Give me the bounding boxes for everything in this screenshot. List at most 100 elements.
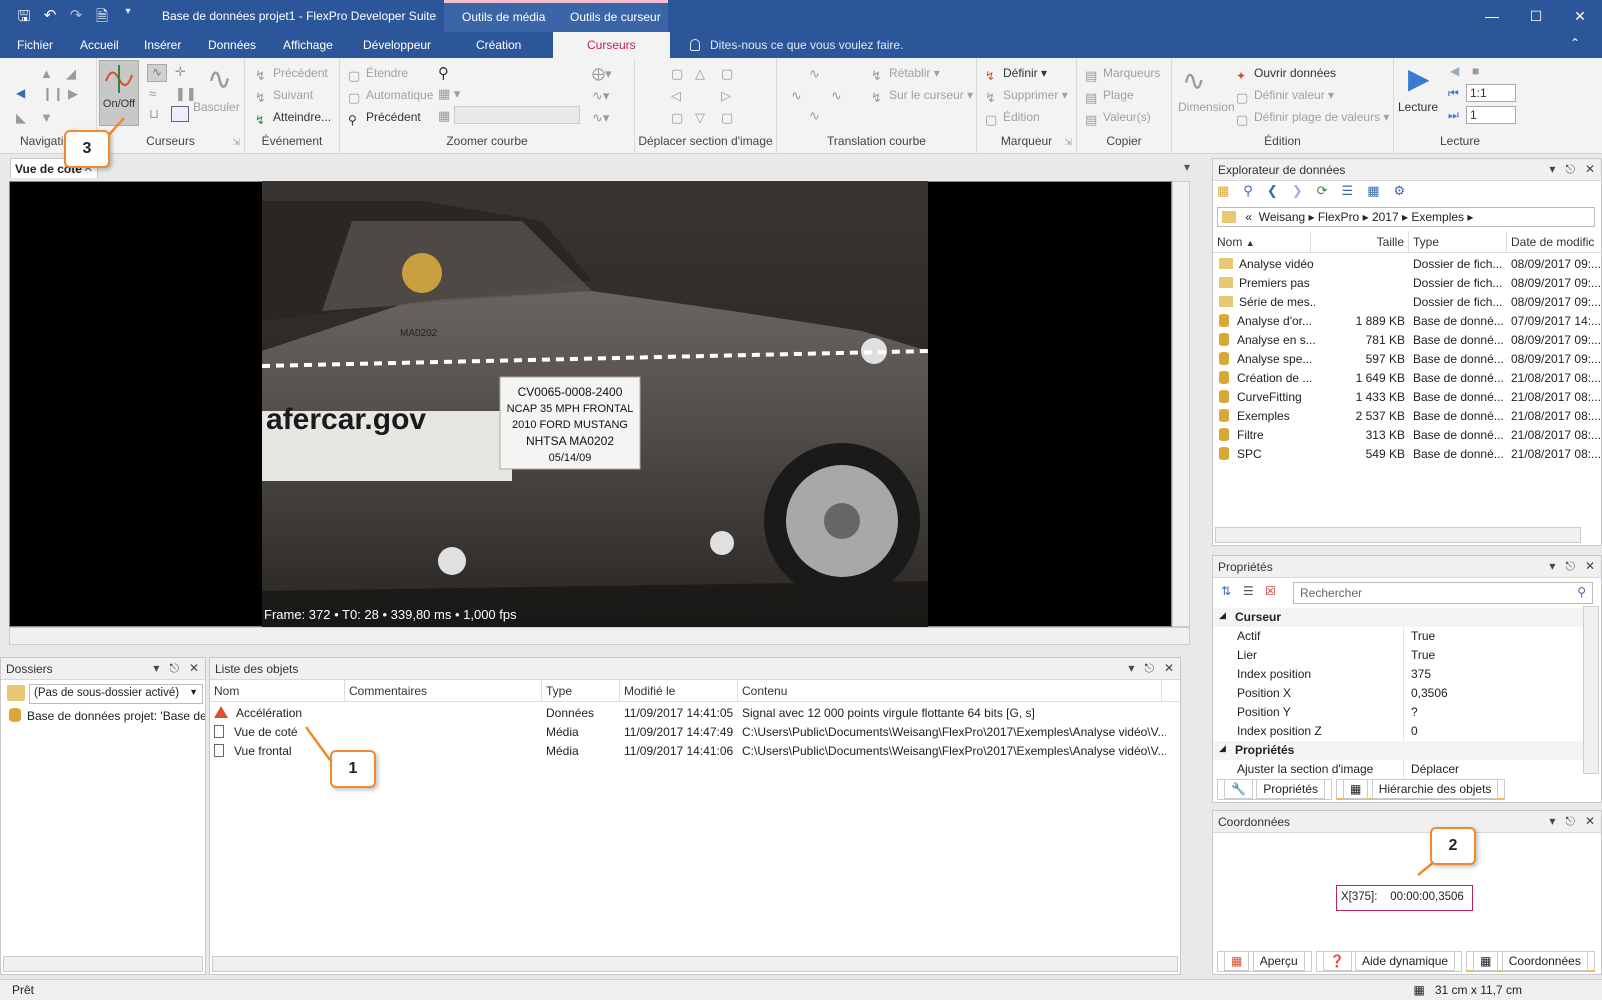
tab-apercu[interactable]: ▦ Aperçu (1217, 951, 1312, 972)
tab-fichier[interactable]: Fichier (17, 38, 53, 52)
property-row[interactable]: Actif True (1213, 627, 1585, 646)
atteindre-button[interactable]: ↯ Atteindre... (255, 110, 331, 127)
forward-icon[interactable]: ❯ (1292, 183, 1303, 199)
retablir-button[interactable]: ↯ Rétablir ▾ (871, 66, 940, 83)
categorize-icon[interactable]: ☰ (1243, 584, 1254, 598)
add-folder-icon[interactable]: ▦ (1217, 183, 1229, 199)
lecture-label[interactable]: Lecture (1398, 100, 1438, 114)
dialog-launcher-icon[interactable]: ⇲ (232, 137, 240, 148)
zoom-tool-1-icon[interactable]: ⨁▾ (592, 66, 612, 82)
marqueurs-button[interactable]: ▤ Marqueurs (1085, 66, 1160, 83)
to-start-icon[interactable]: ⏮ (1448, 86, 1459, 101)
property-row[interactable]: Position X 0,3506 (1213, 684, 1585, 703)
nav-pause-icon[interactable]: ❙❙ (42, 86, 64, 102)
view-mode-icon[interactable]: ☰ (1342, 183, 1354, 199)
list-item[interactable]: Création de ... 1 649 KB Base de donné... 2… (1213, 369, 1601, 388)
explorer-path-bar[interactable]: « Weisang ▸ FlexPro ▸ 2017 ▸ Exemples ▸ (1217, 207, 1595, 227)
list-item[interactable]: Série de mes... Dossier de fich... 08/09/2… (1213, 293, 1601, 312)
props-scrollbar[interactable] (1583, 606, 1599, 774)
cursor-mode-wave-icon[interactable]: ∿ (147, 64, 167, 82)
panel-menu-icon[interactable]: ▾ (1549, 559, 1555, 574)
property-row[interactable]: Lier True (1213, 646, 1585, 665)
col-type[interactable]: Type (1409, 231, 1507, 253)
save-icon[interactable]: 🖫 (14, 6, 34, 31)
nav-right-icon[interactable]: ▶ (68, 86, 78, 102)
list-item[interactable]: Filtre 313 KB Base de donné... 21/08/2017 0… (1213, 426, 1601, 445)
subfolder-combo[interactable]: (Pas de sous-dossier activé) ▼ (29, 684, 203, 704)
back-icon[interactable]: ❮ (1267, 183, 1278, 199)
plage-button[interactable]: ▤ Plage (1085, 88, 1134, 105)
tell-me-box[interactable]: Dites-nous ce que vous voulez faire. (690, 38, 903, 52)
move-up-left-icon[interactable]: ▢ (671, 66, 683, 82)
move-up-right-icon[interactable]: ▢ (721, 66, 733, 82)
nav-down-icon[interactable]: ▼ (40, 110, 53, 125)
panel-close-icon[interactable]: ✕ (1585, 814, 1595, 829)
marqueur-launcher-icon[interactable]: ⇲ (1064, 137, 1072, 148)
cursor-mode-cross-icon[interactable]: ✛ (175, 64, 186, 80)
definir-plage-button[interactable]: ▢ Définir plage de valeurs ▾ (1236, 110, 1389, 127)
property-section[interactable]: ◢ Curseur (1213, 608, 1585, 627)
nav-down-left-icon[interactable]: ◣ (16, 110, 26, 126)
tab-developpeur[interactable]: Développeur (363, 38, 431, 52)
tab-inserer[interactable]: Insérer (144, 38, 181, 52)
panel-menu-icon[interactable]: ▾ (1128, 661, 1134, 676)
explorer-scrollbar[interactable] (1215, 527, 1581, 543)
basculer-icon[interactable]: ∿ (207, 62, 232, 97)
pin-icon[interactable]: ⎋ (1144, 661, 1154, 676)
dimension-icon[interactable]: ∿ (1182, 64, 1205, 97)
path-segment[interactable]: 2017 (1372, 210, 1399, 224)
col-date[interactable]: Date de modific (1507, 231, 1602, 253)
expand-toggle-icon[interactable]: ◢ (1219, 610, 1226, 621)
video-vertical-scrollbar[interactable] (1172, 181, 1190, 627)
step-back-icon[interactable]: ◀ (1450, 64, 1459, 78)
ouvrir-donnees-button[interactable]: ✦ Ouvrir données (1236, 66, 1336, 83)
automatique-button[interactable]: ▢ Automatique (348, 88, 433, 105)
search-icon[interactable]: ⚲ (1243, 183, 1253, 199)
nav-up-icon[interactable]: ▲ (40, 66, 53, 81)
expand-toggle-icon[interactable]: ◢ (1219, 743, 1226, 754)
property-row[interactable]: Index position 375 (1213, 665, 1585, 684)
translate-up-icon[interactable]: ∿ (809, 66, 820, 82)
valeurs-button[interactable]: ▤ Valeur(s) (1085, 110, 1151, 127)
col-commentaires[interactable]: Commentaires (345, 680, 542, 702)
dimension-label[interactable]: Dimension (1178, 100, 1235, 114)
col-nom[interactable]: Nom (210, 680, 345, 702)
table-row[interactable]: Accélération Données 11/09/2017 14:41:05… (210, 704, 1180, 723)
pin-icon[interactable]: ⎋ (1565, 162, 1575, 177)
clear-filter-icon[interactable]: ☒ (1265, 584, 1276, 598)
grid-icon[interactable]: ▦ (1367, 183, 1379, 199)
evt-precedent-button[interactable]: ↯ Précédent (255, 66, 328, 83)
pin-icon[interactable]: ⎋ (169, 661, 179, 676)
col-modifie[interactable]: Modifié le (620, 680, 738, 702)
move-right-icon[interactable]: ▷ (721, 88, 731, 104)
zoom-tool-3-icon[interactable]: ∿▾ (592, 110, 609, 126)
zoom-icon[interactable]: ⚲ (438, 64, 449, 82)
zoom-combo[interactable] (454, 106, 580, 124)
tab-curseurs[interactable]: Curseurs (553, 32, 670, 58)
step-input[interactable]: 1 (1466, 106, 1516, 124)
definir-valeur-button[interactable]: ▢ Définir valeur ▾ (1236, 88, 1334, 105)
property-value[interactable]: 0,3506 (1411, 686, 1448, 700)
move-down-right-icon[interactable]: ▢ (721, 110, 733, 126)
nav-left-icon[interactable]: ◀ (16, 86, 25, 100)
dossiers-scrollbar[interactable] (3, 956, 203, 972)
zoom-precedent-button[interactable]: ⚲ Précédent (348, 110, 421, 127)
nav-up-right-icon[interactable]: ◢ (66, 66, 76, 82)
tab-affichage[interactable]: Affichage (283, 38, 333, 52)
property-value[interactable]: True (1411, 629, 1435, 643)
table-row[interactable]: Vue de coté Média 11/09/2017 14:47:49 C:… (210, 723, 1180, 742)
property-value[interactable]: 0 (1411, 724, 1418, 738)
tab-donnees[interactable]: Données (208, 38, 256, 52)
list-item[interactable]: Analyse d'or... 1 889 KB Base de donné... 0… (1213, 312, 1601, 331)
list-item[interactable]: CurveFitting 1 433 KB Base de donné... 21/0… (1213, 388, 1601, 407)
list-item[interactable]: Analyse vidéo Dossier de fich... 08/09/201… (1213, 255, 1601, 274)
zoom-mode-icon[interactable]: ▦ ▾ (438, 86, 460, 102)
supprimer-button[interactable]: ↯ Supprimer ▾ (985, 88, 1068, 105)
move-down-left-icon[interactable]: ▢ (671, 110, 683, 126)
tab-coordonnees[interactable]: ▦ Coordonnées (1466, 951, 1595, 972)
speed-input[interactable]: 1:1 (1466, 84, 1516, 102)
tab-proprietes[interactable]: 🔧 Propriétés (1217, 779, 1332, 800)
move-left-icon[interactable]: ◁ (671, 88, 681, 104)
tab-aide-dynamique[interactable]: ❓ Aide dynamique (1315, 951, 1463, 972)
panel-close-icon[interactable]: ✕ (1585, 559, 1595, 574)
